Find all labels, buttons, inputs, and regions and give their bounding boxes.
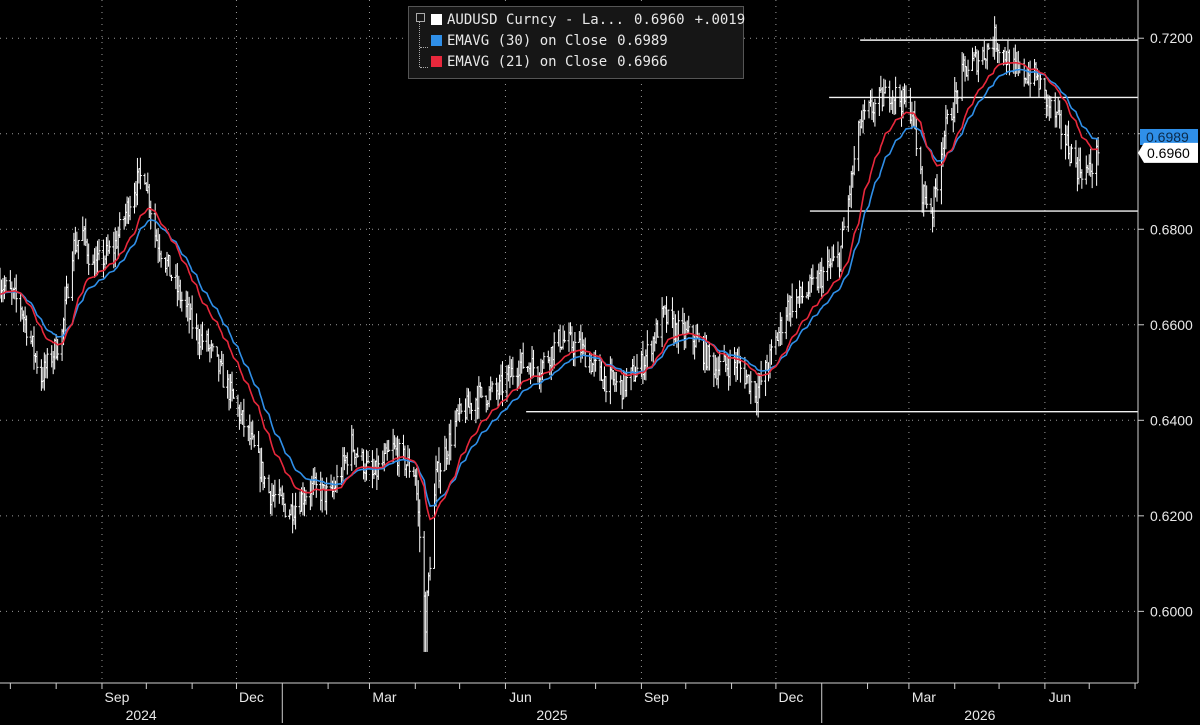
y-tick-label: 0.7200 <box>1150 30 1193 46</box>
axes: 0.60000.62000.64000.66000.68000.70000.72… <box>0 0 1198 723</box>
price-bar <box>252 434 256 448</box>
ema-lines <box>0 61 1099 521</box>
year-label: 2026 <box>964 707 995 723</box>
legend-ema21-label: EMAVG (21) on Close <box>447 54 608 70</box>
y-tick-label: 0.6000 <box>1150 603 1193 619</box>
y-tick-label: 0.6800 <box>1150 221 1193 237</box>
price-bar <box>169 274 173 282</box>
legend-tree-icon <box>416 13 428 68</box>
legend-price-value: 0.6960 <box>634 12 685 28</box>
price-bar <box>660 297 664 348</box>
legend-item-ema30: EMAVG (30) on Close 0.6989 <box>431 31 668 51</box>
x-tick-label: Mar <box>912 689 936 705</box>
x-tick-label: Sep <box>644 689 669 705</box>
legend-item-price: AUDUSD Curncy - La... 0.6960 +.0019 <box>431 10 745 30</box>
price-tag-label: 0.6960 <box>1147 145 1190 161</box>
legend-ema30-label: EMAVG (30) on Close <box>447 33 608 49</box>
year-label: 2025 <box>536 707 567 723</box>
y-tick-label: 0.6600 <box>1150 317 1193 333</box>
x-tick-label: Jun <box>509 689 532 705</box>
price-bar <box>32 326 36 370</box>
x-tick-label: Sep <box>105 689 130 705</box>
y-tick-label: 0.6200 <box>1150 508 1193 524</box>
price-chart: 0.60000.62000.64000.66000.68000.70000.72… <box>0 0 1198 723</box>
price-swatch-icon <box>431 14 442 25</box>
ema21-line <box>0 61 1099 521</box>
ema30-line <box>0 68 1099 507</box>
legend-ema21-value: 0.6966 <box>617 54 668 70</box>
ema30-tag-label: 0.6989 <box>1146 129 1189 145</box>
ema21-swatch-icon <box>431 56 442 67</box>
year-label: 2024 <box>126 707 157 723</box>
price-bar <box>267 474 271 494</box>
x-tick-label: Dec <box>778 689 803 705</box>
legend-price-label: AUDUSD Curncy - La... <box>447 12 625 28</box>
y-tick-label: 0.6400 <box>1150 412 1193 428</box>
ema30-swatch-icon <box>431 35 442 46</box>
legend-item-ema21: EMAVG (21) on Close 0.6966 <box>431 52 668 72</box>
x-tick-label: Jun <box>1049 689 1072 705</box>
legend: AUDUSD Curncy - La... 0.6960 +.0019 EMAVG … <box>408 6 745 79</box>
x-tick-label: Mar <box>372 689 396 705</box>
x-tick-label: Dec <box>239 689 264 705</box>
price-bar <box>935 174 939 202</box>
legend-ema30-value: 0.6989 <box>617 33 668 49</box>
price-bars <box>0 16 1100 652</box>
legend-price-change: +.0019 <box>694 12 746 28</box>
